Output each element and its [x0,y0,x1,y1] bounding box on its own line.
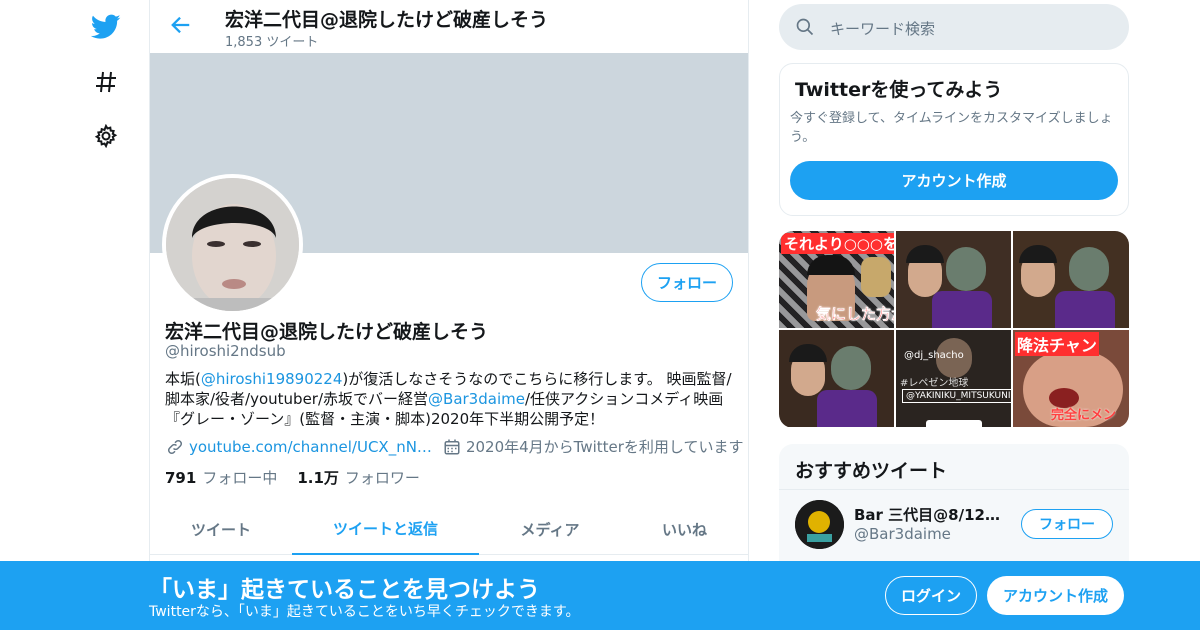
bottom-signup-bar: 「いま」起きていることを見つけよう Twitterなら、「いま」起きていることを… [0,561,1200,630]
media-grid[interactable]: それより○○○を 気にした方が @dj_shacho #レペゼン地球 @YAKI… [779,231,1129,428]
media-thumbnail[interactable]: それより○○○を 気にした方が [779,231,894,328]
hashtag-icon[interactable] [86,62,126,102]
create-account-button[interactable]: アカウント作成 [790,161,1118,200]
divider [779,489,1129,490]
left-nav [0,0,150,630]
tab-media[interactable]: メディア [479,503,621,555]
media-caption: それより○○○を [781,233,894,254]
signup-card: Twitterを使ってみよう 今すぐ登録して、タイムラインをカスタマイズしましょ… [779,63,1129,216]
tab-tweets[interactable]: ツイート [150,503,292,555]
profile-url[interactable]: youtube.com/channel/UCX_nN… [189,438,432,456]
media-thumbnail[interactable]: 降法チャン 完全にメン [1013,330,1129,427]
bio-text: 本垢( [165,370,201,388]
login-button[interactable]: ログイン [885,576,977,615]
profile-stats: 791 フォロー中 1.1万 フォロワー [165,467,420,488]
bio-mention-link[interactable]: @Bar3daime [428,390,525,408]
following-link[interactable]: 791 フォロー中 [165,467,277,488]
search-input[interactable]: キーワード検索 [830,18,935,39]
bio-mention-link[interactable]: @hiroshi19890224 [201,370,343,388]
signup-card-title: Twitterを使ってみよう [795,79,1003,101]
profile-bio: 本垢(@hiroshi19890224)が復活しなさそうなのでこちらに移行します… [165,369,735,429]
profile-meta: youtube.com/channel/UCX_nN… 2020年4月からTwi… [165,436,743,457]
following-count: 791 [165,469,197,487]
followers-label: フォロワー [344,469,420,487]
recommended-name[interactable]: Bar 三代目@8/12み… [854,504,1004,525]
followers-count: 1.1万 [297,469,339,487]
profile-avatar[interactable] [162,174,303,315]
header-title: 宏洋二代目@退院したけど破産しそう [225,9,549,31]
link-icon [165,437,185,457]
following-label: フォロー中 [202,469,278,487]
recommended-avatar[interactable] [795,500,844,549]
gear-icon[interactable] [86,116,126,156]
calendar-icon [442,437,462,457]
media-caption: 降法チャン [1015,332,1099,356]
bottom-bar-title: 「いま」起きていることを見つけよう [149,577,540,603]
tab-likes[interactable]: いいね [621,503,748,555]
tab-tweets-and-replies[interactable]: ツイートと返信 [292,503,479,555]
media-thumbnail[interactable]: @dj_shacho #レペゼン地球 @YAKINIKU_MITSUKUNI [896,330,1011,427]
twitter-bird-icon[interactable] [86,7,126,47]
followers-link[interactable]: 1.1万 フォロワー [297,467,420,488]
profile-column: 宏洋二代目@退院したけど破産しそう 1,853 ツイート フォロー 宏洋二代目@… [149,0,749,630]
search-box[interactable]: キーワード検索 [779,4,1129,50]
media-thumbnail[interactable] [779,330,894,427]
media-caption: @YAKINIKU_MITSUKUNI [902,389,1011,403]
profile-header-bar: 宏洋二代目@退院したけど破産しそう 1,853 ツイート [150,0,748,53]
back-arrow-icon[interactable] [166,10,196,40]
profile-name: 宏洋二代目@退院したけど破産しそう [165,321,489,343]
media-caption: 気にした方が [816,305,894,323]
bottom-bar-subtitle: Twitterなら、「いま」起きていることをいち早くチェックできます。 [149,604,580,620]
recommended-tweets: おすすめツイート Bar 三代目@8/12み… @Bar3daime フォロー [779,444,1129,564]
media-caption: @dj_shacho [904,350,964,361]
media-thumbnail[interactable] [1013,231,1129,328]
recommended-follow-button[interactable]: フォロー [1021,509,1113,539]
signup-card-description: 今すぐ登録して、タイムラインをカスタマイズしましょう。 [790,111,1113,145]
recommended-title: おすすめツイート [795,460,948,482]
profile-handle: @hiroshi2ndsub [165,342,286,360]
media-caption: #レペゼン地球 [900,378,969,389]
profile-tabs: ツイート ツイートと返信 メディア いいね [150,503,748,555]
search-icon [795,17,815,41]
tweet-count: 1,853 ツイート [225,35,319,50]
media-thumbnail[interactable] [896,231,1011,328]
recommended-handle: @Bar3daime [854,525,951,543]
signup-button[interactable]: アカウント作成 [987,576,1124,615]
media-caption: 完全にメン [1051,408,1117,423]
follow-button[interactable]: フォロー [641,263,733,302]
joined-date: 2020年4月からTwitterを利用しています [465,438,744,456]
